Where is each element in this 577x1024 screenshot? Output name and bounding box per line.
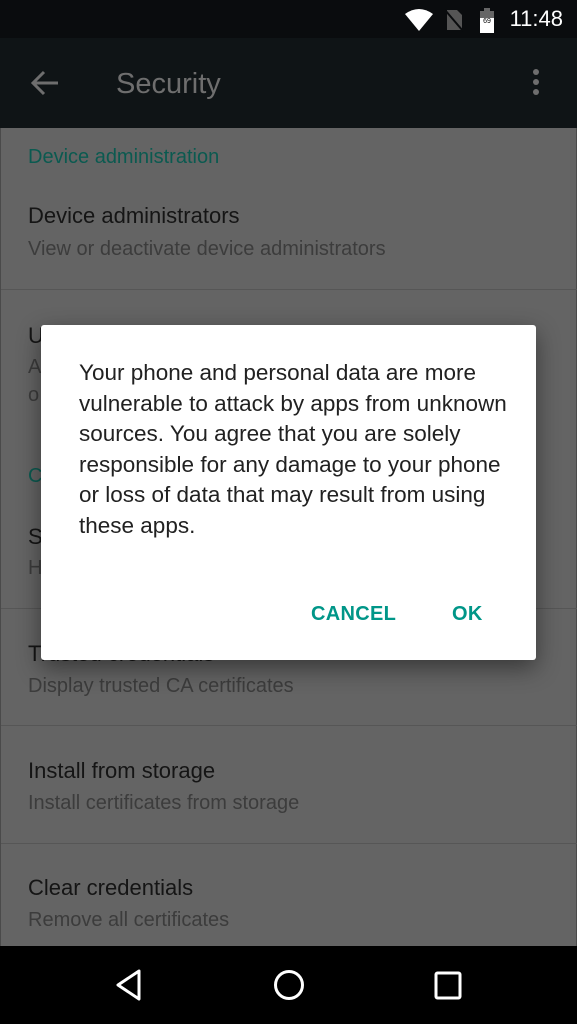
item-title: Clear credentials — [28, 875, 194, 900]
app-bar: Security — [0, 38, 577, 128]
more-vert-icon[interactable] — [530, 68, 542, 98]
item-subtitle: Display trusted CA certificates — [28, 675, 294, 697]
battery-icon: 69 — [480, 8, 494, 33]
divider — [1, 725, 577, 726]
arrow-left-icon[interactable] — [30, 70, 60, 96]
item-subtitle: View or deactivate device administrators — [28, 238, 386, 260]
section-header-device-administration: Device administration — [28, 146, 220, 168]
home-circle-icon[interactable] — [272, 968, 306, 1002]
dialog-message: Your phone and personal data are more vu… — [79, 360, 507, 538]
divider — [1, 289, 577, 290]
page-title: Security — [116, 68, 221, 100]
unknown-sources-warning-dialog: Your phone and personal data are more vu… — [41, 325, 536, 660]
item-title: Install from storage — [28, 758, 216, 783]
wifi-icon — [405, 9, 433, 31]
back-triangle-icon[interactable] — [114, 968, 144, 1002]
recents-square-icon[interactable] — [433, 968, 463, 1002]
ok-button[interactable]: OK — [452, 603, 483, 626]
item-subtitle-fragment: A — [28, 356, 42, 378]
no-sim-icon — [444, 9, 464, 32]
item-subtitle-fragment: o — [28, 384, 40, 406]
clock: 11:48 — [509, 6, 563, 31]
divider — [1, 843, 577, 844]
item-subtitle: Remove all certificates — [28, 909, 230, 931]
battery-level: 69 — [483, 18, 491, 25]
item-title: Device administrators — [28, 203, 240, 228]
navigation-bar — [0, 946, 577, 1024]
item-subtitle: Install certificates from storage — [28, 792, 300, 814]
status-bar: 69 11:48 — [0, 0, 577, 38]
cancel-button[interactable]: CANCEL — [311, 603, 396, 626]
